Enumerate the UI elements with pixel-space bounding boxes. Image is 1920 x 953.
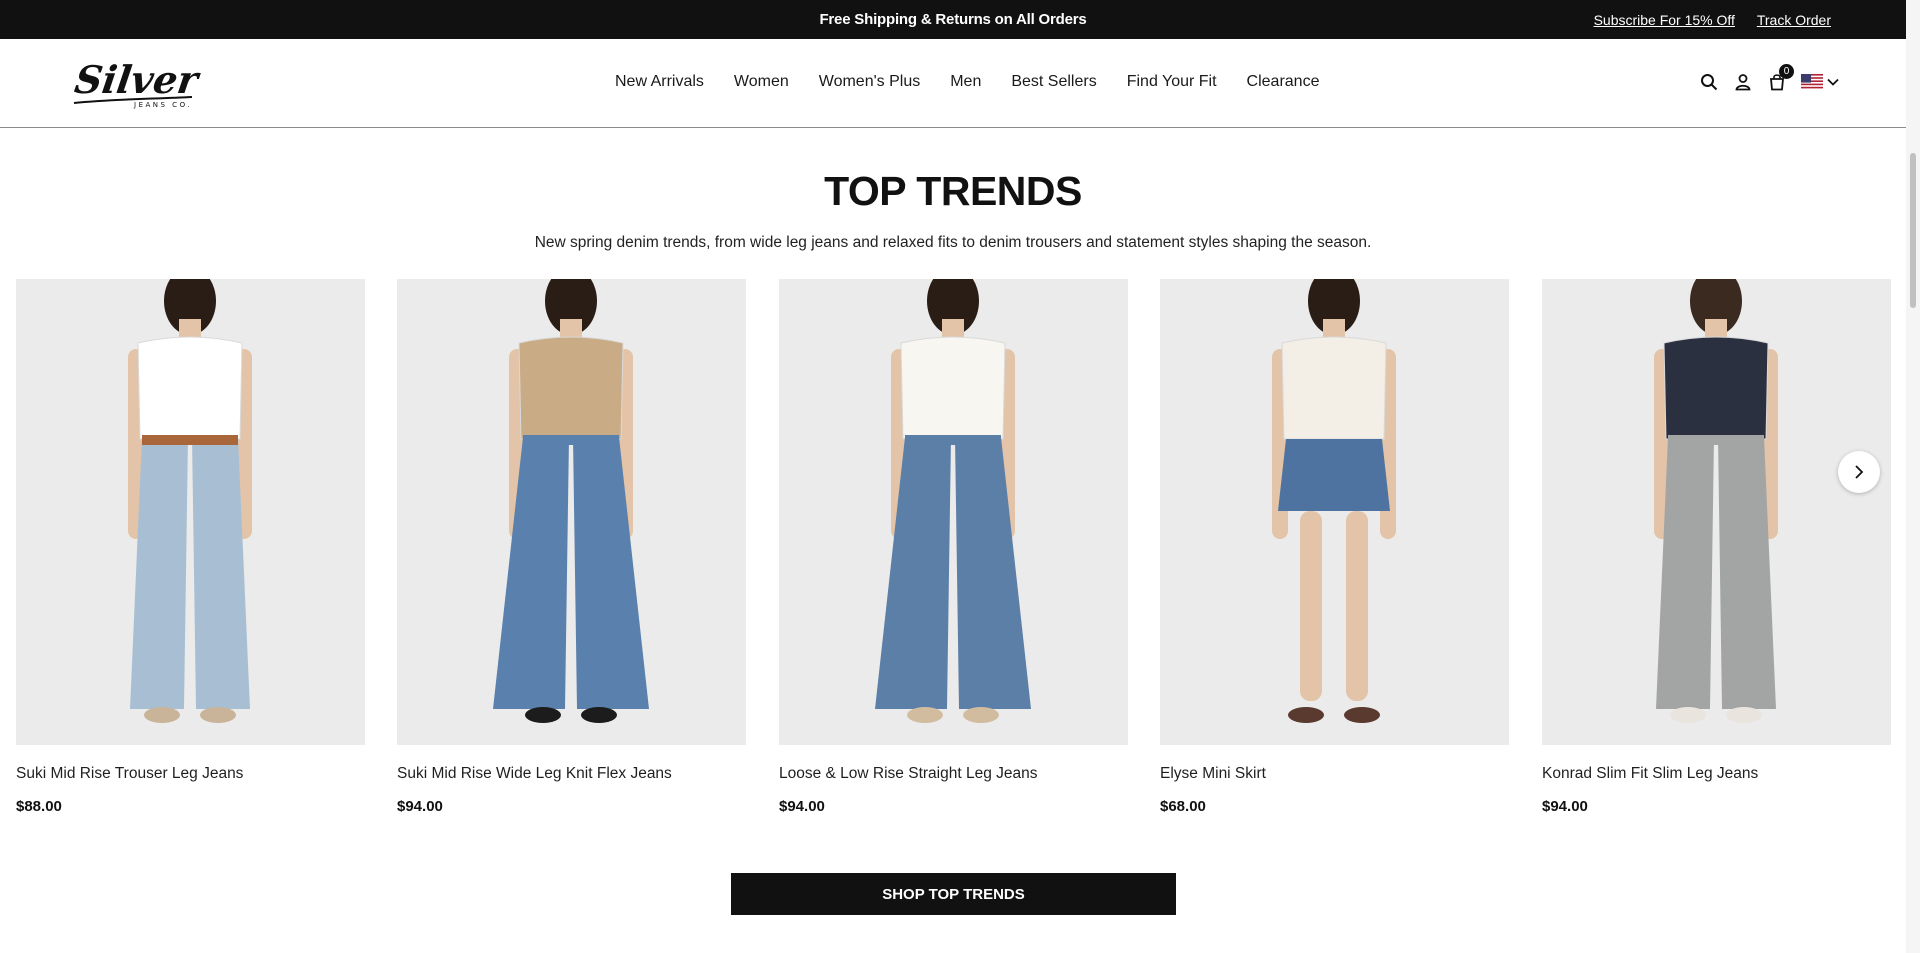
product-image[interactable] (1542, 279, 1891, 745)
chevron-right-icon (1855, 465, 1864, 479)
chevron-down-icon (1827, 78, 1839, 86)
nav-women[interactable]: Women (734, 73, 789, 91)
product-carousel: Suki Mid Rise Trouser Leg Jeans $88.00 S… (16, 279, 1892, 819)
subscribe-link[interactable]: Subscribe For 15% Off (1594, 12, 1735, 28)
main-nav: New Arrivals Women Women's Plus Men Best… (615, 73, 1319, 91)
cart-count-badge: 0 (1779, 64, 1794, 79)
product-card[interactable]: Suki Mid Rise Wide Leg Knit Flex Jeans $… (397, 279, 746, 815)
model-illustration (1272, 279, 1396, 723)
announcement-links: Subscribe For 15% Off Track Order (1576, 12, 1831, 28)
us-flag-icon (1801, 74, 1823, 90)
model-illustration (1654, 279, 1778, 723)
product-price: $94.00 (779, 798, 825, 815)
product-name[interactable]: Suki Mid Rise Trouser Leg Jeans (16, 765, 365, 783)
nav-find-your-fit[interactable]: Find Your Fit (1127, 73, 1217, 91)
scrollbar-thumb[interactable] (1910, 153, 1916, 308)
product-image[interactable] (16, 279, 365, 745)
model-illustration (128, 279, 252, 723)
search-icon[interactable] (1699, 71, 1719, 93)
section-title: TOP TRENDS (824, 168, 1082, 214)
logo-mark: Silver JEANS CO. (72, 58, 204, 109)
product-name[interactable]: Loose & Low Rise Straight Leg Jeans (779, 765, 1128, 783)
nav-new-arrivals[interactable]: New Arrivals (615, 73, 704, 91)
model-illustration (493, 279, 649, 723)
product-image[interactable] (1160, 279, 1509, 745)
nav-clearance[interactable]: Clearance (1247, 73, 1320, 91)
announcement-bar: Free Shipping & Returns on All Orders Su… (0, 0, 1906, 39)
brand-logo[interactable]: Silver JEANS CO. (72, 58, 208, 109)
product-image[interactable] (779, 279, 1128, 745)
site-header: Silver JEANS CO. New Arrivals Women Wome… (0, 39, 1906, 128)
product-price: $68.00 (1160, 798, 1206, 815)
product-price: $94.00 (1542, 798, 1588, 815)
cart-icon[interactable]: 0 (1767, 64, 1794, 93)
nav-best-sellers[interactable]: Best Sellers (1011, 73, 1096, 91)
account-icon[interactable] (1733, 71, 1753, 93)
product-price: $88.00 (16, 798, 62, 815)
page: Free Shipping & Returns on All Orders Su… (0, 0, 1906, 953)
nav-womens-plus[interactable]: Women's Plus (819, 73, 920, 91)
product-name[interactable]: Elyse Mini Skirt (1160, 765, 1509, 783)
product-name[interactable]: Konrad Slim Fit Slim Leg Jeans (1542, 765, 1891, 783)
model-illustration (875, 279, 1031, 723)
page-scrollbar[interactable] (1906, 0, 1920, 953)
shop-top-trends-button[interactable]: SHOP TOP TRENDS (731, 873, 1176, 915)
nav-men[interactable]: Men (950, 73, 981, 91)
product-price: $94.00 (397, 798, 443, 815)
track-order-link[interactable]: Track Order (1757, 12, 1831, 28)
svg-text:JEANS CO.: JEANS CO. (133, 101, 192, 109)
product-card[interactable]: Konrad Slim Fit Slim Leg Jeans $94.00 (1542, 279, 1891, 815)
product-image[interactable] (397, 279, 746, 745)
svg-text:Silver: Silver (72, 59, 204, 103)
header-icons: 0 (1699, 64, 1839, 93)
carousel-next-button[interactable] (1838, 451, 1880, 493)
product-card[interactable]: Loose & Low Rise Straight Leg Jeans $94.… (779, 279, 1128, 815)
locale-selector[interactable] (1801, 74, 1839, 90)
section-subtitle: New spring denim trends, from wide leg j… (534, 234, 1372, 251)
product-name[interactable]: Suki Mid Rise Wide Leg Knit Flex Jeans (397, 765, 746, 783)
product-card[interactable]: Elyse Mini Skirt $68.00 (1160, 279, 1509, 815)
product-card[interactable]: Suki Mid Rise Trouser Leg Jeans $88.00 (16, 279, 365, 815)
